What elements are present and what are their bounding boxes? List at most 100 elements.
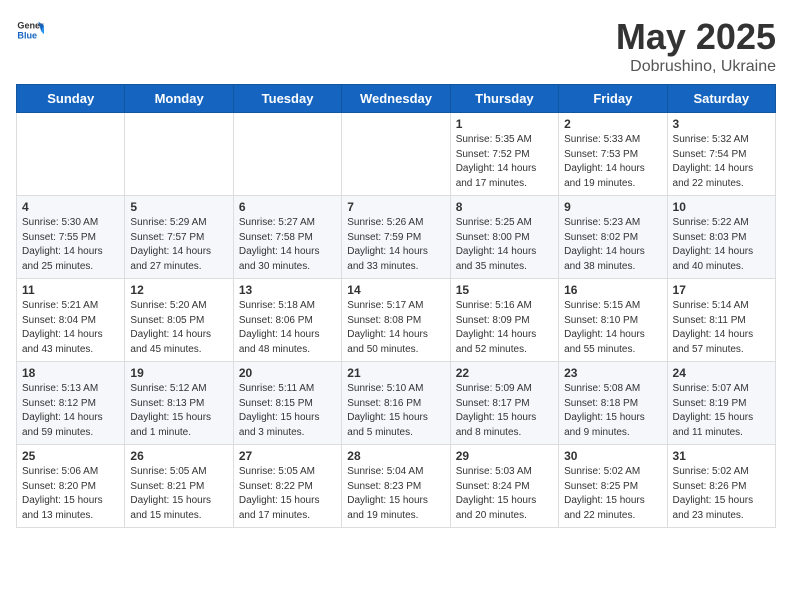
day-info: Sunrise: 5:23 AM Sunset: 8:02 PM Dayligh… (564, 216, 661, 274)
day-number: 9 (564, 200, 661, 214)
location-title: Dobrushino, Ukraine (616, 58, 776, 76)
day-info: Sunrise: 5:18 AM Sunset: 8:06 PM Dayligh… (239, 299, 336, 357)
calendar-cell (125, 113, 233, 196)
calendar-cell (17, 113, 125, 196)
calendar-cell: 5 Sunrise: 5:29 AM Sunset: 7:57 PM Daylig… (125, 196, 233, 279)
calendar-cell: 13Sunrise: 5:18 AM Sunset: 8:06 PM Dayli… (233, 279, 341, 362)
calendar-cell: 25 Sunrise: 5:06 AM Sunset: 8:20 PM Dayli… (17, 445, 125, 528)
weekday-header-monday: Monday (125, 85, 233, 113)
day-number: 16 (564, 283, 661, 297)
day-info: Sunrise: 5:25 AM Sunset: 8:00 PM Dayligh… (456, 216, 553, 274)
day-info: Sunrise: 5:27 AM Sunset: 7:58 PM Dayligh… (239, 216, 336, 274)
day-number: 19 (130, 366, 227, 380)
calendar-cell: 16Sunrise: 5:15 AM Sunset: 8:10 PM Dayli… (559, 279, 667, 362)
calendar-week-row: 25 Sunrise: 5:06 AM Sunset: 8:20 PM Dayli… (17, 445, 776, 528)
day-info: Sunrise: 5:10 AM Sunset: 8:16 PM Dayligh… (347, 382, 444, 440)
calendar-week-row: 18Sunrise: 5:13 AM Sunset: 8:12 PM Dayli… (17, 362, 776, 445)
day-info: Sunrise: 5:07 AM Sunset: 8:19 PM Dayligh… (673, 382, 770, 440)
calendar-cell: 14 Sunrise: 5:17 AM Sunset: 8:08 PM Dayli… (342, 279, 450, 362)
calendar-cell: 9 Sunrise: 5:23 AM Sunset: 8:02 PM Daylig… (559, 196, 667, 279)
day-info: Sunrise: 5:20 AM Sunset: 8:05 PM Dayligh… (130, 299, 227, 357)
weekday-header-friday: Friday (559, 85, 667, 113)
title-area: May 2025 Dobrushino, Ukraine (616, 16, 776, 76)
day-info: Sunrise: 5:04 AM Sunset: 8:23 PM Dayligh… (347, 465, 444, 523)
calendar-cell: 3 Sunrise: 5:32 AM Sunset: 7:54 PM Daylig… (667, 113, 775, 196)
day-number: 2 (564, 117, 661, 131)
day-info: Sunrise: 5:12 AM Sunset: 8:13 PM Dayligh… (130, 382, 227, 440)
day-number: 31 (673, 449, 770, 463)
day-number: 17 (673, 283, 770, 297)
day-number: 8 (456, 200, 553, 214)
day-number: 1 (456, 117, 553, 131)
day-number: 11 (22, 283, 119, 297)
day-number: 25 (22, 449, 119, 463)
calendar-cell: 29Sunrise: 5:03 AM Sunset: 8:24 PM Dayli… (450, 445, 558, 528)
calendar-cell: 2 Sunrise: 5:33 AM Sunset: 7:53 PM Daylig… (559, 113, 667, 196)
day-info: Sunrise: 5:22 AM Sunset: 8:03 PM Dayligh… (673, 216, 770, 274)
day-number: 24 (673, 366, 770, 380)
calendar-cell: 7 Sunrise: 5:26 AM Sunset: 7:59 PM Daylig… (342, 196, 450, 279)
day-info: Sunrise: 5:14 AM Sunset: 8:11 PM Dayligh… (673, 299, 770, 357)
calendar-cell: 17 Sunrise: 5:14 AM Sunset: 8:11 PM Dayli… (667, 279, 775, 362)
weekday-header-saturday: Saturday (667, 85, 775, 113)
day-number: 5 (130, 200, 227, 214)
day-number: 20 (239, 366, 336, 380)
day-number: 18 (22, 366, 119, 380)
month-title: May 2025 (616, 16, 776, 58)
day-info: Sunrise: 5:33 AM Sunset: 7:53 PM Dayligh… (564, 133, 661, 191)
calendar-cell: 31 Sunrise: 5:02 AM Sunset: 8:26 PM Dayli… (667, 445, 775, 528)
calendar-cell: 30Sunrise: 5:02 AM Sunset: 8:25 PM Dayli… (559, 445, 667, 528)
day-number: 14 (347, 283, 444, 297)
day-info: Sunrise: 5:05 AM Sunset: 8:22 PM Dayligh… (239, 465, 336, 523)
weekday-header-wednesday: Wednesday (342, 85, 450, 113)
calendar-week-row: 4 Sunrise: 5:30 AM Sunset: 7:55 PM Daylig… (17, 196, 776, 279)
svg-text:Blue: Blue (17, 30, 37, 40)
day-info: Sunrise: 5:05 AM Sunset: 8:21 PM Dayligh… (130, 465, 227, 523)
day-number: 12 (130, 283, 227, 297)
day-info: Sunrise: 5:02 AM Sunset: 8:25 PM Dayligh… (564, 465, 661, 523)
calendar-cell: 8 Sunrise: 5:25 AM Sunset: 8:00 PM Daylig… (450, 196, 558, 279)
day-info: Sunrise: 5:09 AM Sunset: 8:17 PM Dayligh… (456, 382, 553, 440)
day-number: 22 (456, 366, 553, 380)
day-number: 4 (22, 200, 119, 214)
calendar-cell: 22 Sunrise: 5:09 AM Sunset: 8:17 PM Dayli… (450, 362, 558, 445)
day-number: 10 (673, 200, 770, 214)
logo-icon: General Blue (16, 16, 44, 44)
day-info: Sunrise: 5:17 AM Sunset: 8:08 PM Dayligh… (347, 299, 444, 357)
calendar-cell: 24 Sunrise: 5:07 AM Sunset: 8:19 PM Dayli… (667, 362, 775, 445)
calendar-cell: 26Sunrise: 5:05 AM Sunset: 8:21 PM Dayli… (125, 445, 233, 528)
day-number: 15 (456, 283, 553, 297)
calendar-cell: 20 Sunrise: 5:11 AM Sunset: 8:15 PM Dayli… (233, 362, 341, 445)
calendar-cell: 27 Sunrise: 5:05 AM Sunset: 8:22 PM Dayli… (233, 445, 341, 528)
weekday-header-sunday: Sunday (17, 85, 125, 113)
day-number: 7 (347, 200, 444, 214)
calendar-week-row: 11 Sunrise: 5:21 AM Sunset: 8:04 PM Dayli… (17, 279, 776, 362)
calendar-cell (342, 113, 450, 196)
day-number: 27 (239, 449, 336, 463)
calendar-cell: 1 Sunrise: 5:35 AM Sunset: 7:52 PM Daylig… (450, 113, 558, 196)
calendar-cell: 10 Sunrise: 5:22 AM Sunset: 8:03 PM Dayli… (667, 196, 775, 279)
calendar-cell: 15 Sunrise: 5:16 AM Sunset: 8:09 PM Dayli… (450, 279, 558, 362)
day-number: 3 (673, 117, 770, 131)
day-info: Sunrise: 5:02 AM Sunset: 8:26 PM Dayligh… (673, 465, 770, 523)
day-number: 21 (347, 366, 444, 380)
weekday-header-thursday: Thursday (450, 85, 558, 113)
day-info: Sunrise: 5:06 AM Sunset: 8:20 PM Dayligh… (22, 465, 119, 523)
day-info: Sunrise: 5:29 AM Sunset: 7:57 PM Dayligh… (130, 216, 227, 274)
calendar-cell: 12 Sunrise: 5:20 AM Sunset: 8:05 PM Dayli… (125, 279, 233, 362)
day-info: Sunrise: 5:11 AM Sunset: 8:15 PM Dayligh… (239, 382, 336, 440)
day-info: Sunrise: 5:35 AM Sunset: 7:52 PM Dayligh… (456, 133, 553, 191)
calendar-cell: 21 Sunrise: 5:10 AM Sunset: 8:16 PM Dayli… (342, 362, 450, 445)
day-info: Sunrise: 5:30 AM Sunset: 7:55 PM Dayligh… (22, 216, 119, 274)
calendar-cell: 4 Sunrise: 5:30 AM Sunset: 7:55 PM Daylig… (17, 196, 125, 279)
day-info: Sunrise: 5:16 AM Sunset: 8:09 PM Dayligh… (456, 299, 553, 357)
day-number: 28 (347, 449, 444, 463)
calendar-cell: 19 Sunrise: 5:12 AM Sunset: 8:13 PM Dayli… (125, 362, 233, 445)
page-header: General Blue May 2025 Dobrushino, Ukrain… (16, 16, 776, 76)
day-info: Sunrise: 5:32 AM Sunset: 7:54 PM Dayligh… (673, 133, 770, 191)
day-number: 29 (456, 449, 553, 463)
day-number: 6 (239, 200, 336, 214)
day-info: Sunrise: 5:26 AM Sunset: 7:59 PM Dayligh… (347, 216, 444, 274)
day-info: Sunrise: 5:21 AM Sunset: 8:04 PM Dayligh… (22, 299, 119, 357)
calendar-cell: 11 Sunrise: 5:21 AM Sunset: 8:04 PM Dayli… (17, 279, 125, 362)
